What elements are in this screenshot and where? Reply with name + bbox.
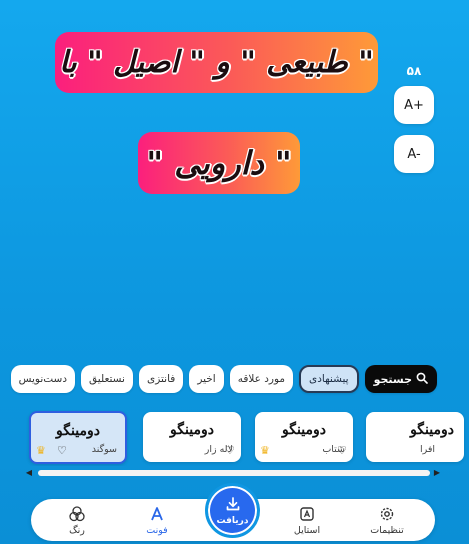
chip-nastaliq[interactable]: نستعلیق xyxy=(81,365,133,393)
search-icon xyxy=(416,372,428,387)
preview-text-line-2[interactable]: " دارویی " xyxy=(138,132,300,194)
increase-size-button[interactable]: A+ xyxy=(394,86,434,124)
nav-label: استایل xyxy=(293,524,321,536)
font-card-afra[interactable]: دومینگو افرا xyxy=(366,412,464,462)
chip-label: مورد علاقه xyxy=(237,373,285,385)
scroll-left-icon[interactable]: ◀ xyxy=(24,468,34,478)
decrease-size-label: A- xyxy=(407,146,421,162)
chip-label: نستعلیق xyxy=(89,373,125,385)
increase-size-label: A+ xyxy=(404,97,424,113)
preview-text-1: " طبیعی " و " اصیل " با xyxy=(59,45,374,80)
search-chip[interactable]: جستجو xyxy=(364,365,437,393)
font-sample: دومینگو xyxy=(282,422,326,438)
scroll-right-icon[interactable]: ▶ xyxy=(432,468,442,478)
nav-style[interactable]: استایل xyxy=(277,502,337,538)
style-icon xyxy=(299,505,315,523)
heart-icon[interactable]: ♡ xyxy=(337,445,349,457)
download-label: دریافت xyxy=(216,515,249,526)
card-scrollbar[interactable]: ◀ ▶ xyxy=(24,468,442,478)
decrease-size-button[interactable]: A- xyxy=(394,135,434,173)
font-size-value: ۵۸ xyxy=(406,64,422,78)
chip-suggested[interactable]: پیشنهادی xyxy=(299,365,359,393)
color-circles-icon xyxy=(68,505,86,523)
chip-recent[interactable]: اخیر xyxy=(189,365,224,393)
chip-handwritten[interactable]: دست‌نویس xyxy=(10,365,76,393)
nav-label: رنگ xyxy=(69,524,85,536)
font-card-lalezar[interactable]: دومینگو لاله زار ♡ xyxy=(143,412,241,462)
chip-label: پیشنهادی xyxy=(309,373,349,385)
search-chip-label: جستجو xyxy=(373,372,412,386)
chip-label: اخیر xyxy=(197,373,216,385)
preview-text-line-1[interactable]: " طبیعی " و " اصیل " با xyxy=(55,32,378,93)
nav-settings[interactable]: تنظیمات xyxy=(357,502,417,538)
download-button[interactable]: دریافت xyxy=(205,483,260,538)
chip-favorites[interactable]: مورد علاقه xyxy=(229,365,293,393)
font-card-shetab[interactable]: دومینگو شتاب ♡ ♛ xyxy=(255,412,353,462)
font-card-sogand[interactable]: دومینگو سوگند ♡ ♛ xyxy=(29,411,127,464)
chip-fantasy[interactable]: فانتزی xyxy=(138,365,184,393)
chip-label: فانتزی xyxy=(146,373,176,385)
nav-color[interactable]: رنگ xyxy=(47,502,107,538)
font-filter-chips: جستجو پیشنهادی مورد علاقه اخیر فانتزی نس… xyxy=(10,364,437,394)
font-icon xyxy=(149,505,165,523)
crown-icon: ♛ xyxy=(260,444,270,457)
font-name: افرا xyxy=(420,444,436,455)
font-sample: دومینگو xyxy=(170,422,214,438)
gear-icon xyxy=(379,505,395,523)
font-sample: دومینگو xyxy=(56,423,100,439)
nav-label: فونت xyxy=(146,524,168,536)
heart-icon[interactable]: ♡ xyxy=(225,445,237,457)
font-name: سوگند xyxy=(91,444,117,455)
download-icon xyxy=(225,496,241,515)
font-card-list: دومینگو سوگند ♡ ♛ دومینگو لاله زار ♡ دوم… xyxy=(0,410,469,466)
nav-label: تنظیمات xyxy=(370,524,404,536)
heart-icon[interactable]: ♡ xyxy=(57,445,69,457)
chip-label: دست‌نویس xyxy=(18,373,68,385)
font-sample: دومینگو xyxy=(410,422,454,438)
preview-text-2: " دارویی " xyxy=(146,144,292,182)
scroll-thumb[interactable] xyxy=(38,470,430,476)
nav-font[interactable]: فونت xyxy=(127,502,187,538)
crown-icon: ♛ xyxy=(36,444,46,457)
